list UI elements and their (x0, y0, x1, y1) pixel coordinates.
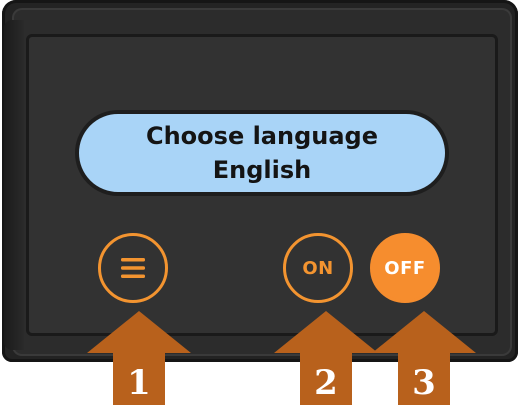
lcd-display: Choose language English (75, 110, 449, 196)
control-panel-illustration: Choose language English ON OFF 1 2 3 (0, 0, 518, 405)
menu-icon (121, 258, 145, 278)
menu-button[interactable] (98, 233, 168, 303)
off-button[interactable]: OFF (370, 233, 440, 303)
callout-number-3: 3 (412, 363, 436, 403)
callout-arrow-3: 3 (372, 311, 476, 405)
on-button-label: ON (302, 257, 334, 279)
callout-number-1: 1 (127, 363, 151, 403)
off-button-label: OFF (384, 257, 426, 279)
device-side (4, 20, 24, 350)
display-line-1: Choose language (145, 122, 379, 150)
on-button[interactable]: ON (283, 233, 353, 303)
callout-arrow-2: 2 (274, 311, 378, 405)
display-line-2: English (212, 156, 312, 184)
callout-arrow-1: 1 (87, 311, 191, 405)
callout-number-2: 2 (314, 363, 338, 403)
